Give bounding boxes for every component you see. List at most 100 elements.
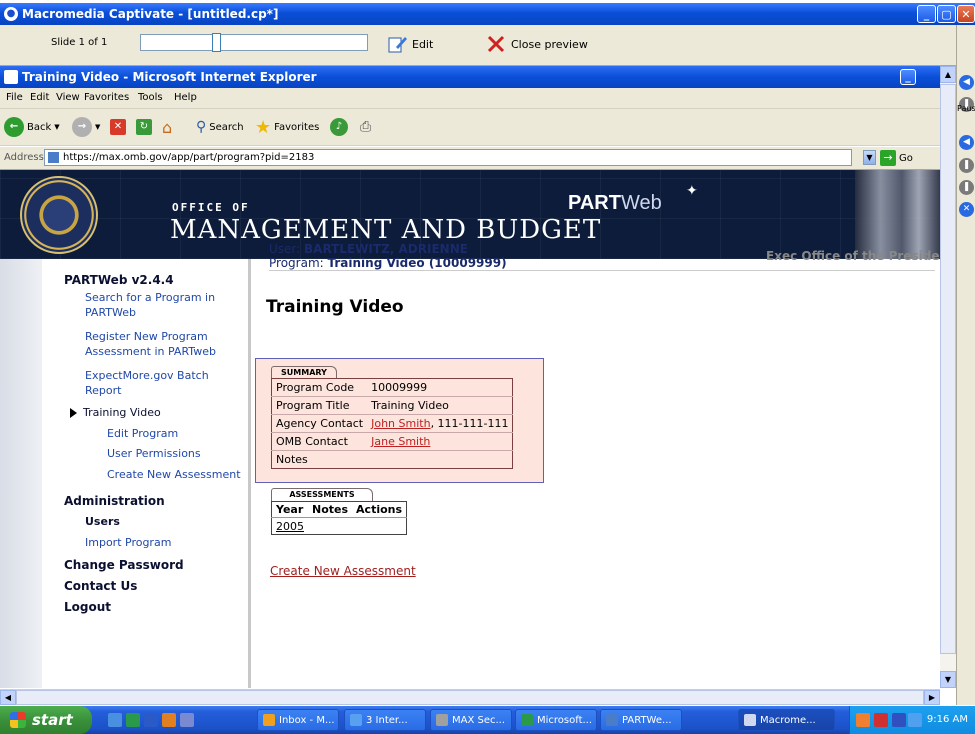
- vertical-scroll-thumb[interactable]: [940, 84, 956, 654]
- nav-logout-link[interactable]: Logout: [64, 600, 111, 614]
- table-row: Notes: [272, 451, 513, 469]
- task-inbox[interactable]: Inbox - M...: [257, 709, 339, 731]
- max-icon: [436, 714, 448, 726]
- horizontal-scroll-thumb[interactable]: [16, 690, 924, 705]
- address-bar: Address https://max.omb.gov/app/part/pro…: [0, 147, 940, 170]
- assessment-actions-cell: [352, 517, 407, 535]
- forward-dropdown-icon: ▼: [95, 123, 101, 131]
- menu-favorites[interactable]: Favorites: [84, 92, 129, 103]
- go-button[interactable]: → Go: [880, 149, 913, 167]
- header-divider: [269, 270, 935, 271]
- quicklaunch-outlook-icon[interactable]: [162, 713, 176, 727]
- windows-flag-icon: [10, 712, 26, 728]
- scroll-up-button[interactable]: ▲: [940, 66, 956, 83]
- table-row: Program Code 10009999: [271, 378, 513, 397]
- forward-arrow-icon: →: [72, 117, 92, 137]
- close-window-button[interactable]: ✕: [957, 5, 975, 23]
- minimize-button[interactable]: _: [917, 5, 936, 23]
- search-button[interactable]: ⚲ Search: [196, 115, 244, 139]
- nav-expectmore-link[interactable]: ExpectMore.gov Batch Report: [85, 368, 235, 398]
- address-dropdown-button[interactable]: ▼: [863, 150, 876, 165]
- task-max[interactable]: MAX Sec...: [430, 709, 512, 731]
- back-button[interactable]: ← Back ▼: [4, 115, 60, 139]
- next-icon[interactable]: ❚: [959, 180, 974, 195]
- menu-file[interactable]: File: [6, 92, 23, 103]
- taskbar: start Inbox - M... 3 Inter... MAX Sec...…: [0, 706, 975, 734]
- start-button[interactable]: start: [0, 706, 92, 734]
- nav-search-program-link[interactable]: Search for a Program in PARTWeb: [85, 290, 235, 320]
- tray-icon-2[interactable]: [874, 713, 888, 727]
- slide-scrubber-thumb[interactable]: [212, 33, 221, 52]
- page-title: Training Video: [266, 297, 404, 317]
- tray-icon-1[interactable]: [856, 713, 870, 727]
- partweb-version: PARTWeb v2.4.4: [64, 273, 174, 287]
- assessments-tab: ASSESSMENTS: [271, 488, 373, 501]
- ie-window-title: Training Video - Microsoft Internet Expl…: [22, 70, 317, 84]
- office-of-text: OFFICE OF: [172, 201, 250, 214]
- current-arrow-icon: [70, 407, 77, 418]
- menu-view[interactable]: View: [56, 92, 80, 103]
- print-button[interactable]: ⎙: [360, 115, 371, 139]
- menu-edit[interactable]: Edit: [30, 92, 49, 103]
- tray-icon-3[interactable]: [892, 713, 906, 727]
- nav-contact-us-link[interactable]: Contact Us: [64, 579, 137, 593]
- nav-current-program[interactable]: Training Video: [70, 406, 161, 419]
- quicklaunch-ie-icon[interactable]: [108, 713, 122, 727]
- edit-button[interactable]: Edit: [388, 33, 433, 55]
- task-internet[interactable]: 3 Inter...: [344, 709, 426, 731]
- slide-scrubber-track[interactable]: [140, 34, 368, 51]
- forward-button[interactable]: → ▼: [72, 115, 100, 139]
- home-button[interactable]: ⌂: [162, 115, 172, 139]
- forward-icon[interactable]: ❚: [959, 158, 974, 173]
- vertical-scrollbar[interactable]: ▲ ▼: [940, 66, 956, 688]
- close-preview-button[interactable]: Close preview: [487, 33, 588, 55]
- menu-tools[interactable]: Tools: [138, 92, 163, 103]
- tray-icon-4[interactable]: [908, 713, 922, 727]
- scroll-down-button[interactable]: ▼: [940, 671, 956, 688]
- stop-button[interactable]: ✕: [110, 115, 126, 139]
- quicklaunch-desktop-icon[interactable]: [180, 713, 194, 727]
- omb-contact-link[interactable]: Jane Smith: [371, 435, 430, 448]
- refresh-button[interactable]: ↻: [136, 115, 152, 139]
- nav-edit-program-link[interactable]: Edit Program: [107, 426, 178, 441]
- nav-users-link[interactable]: Users: [85, 514, 120, 529]
- back-icon[interactable]: ◀: [959, 135, 974, 150]
- scroll-right-button[interactable]: ▶: [924, 690, 940, 705]
- task-partweb[interactable]: PARTWe...: [600, 709, 682, 731]
- assessment-year-link[interactable]: 2005: [276, 520, 304, 533]
- table-header-row: Year Notes Actions: [272, 502, 407, 518]
- maximize-button[interactable]: ▢: [937, 5, 956, 23]
- agency-contact-link[interactable]: John Smith: [371, 417, 430, 430]
- nav-create-assessment-link[interactable]: Create New Assessment: [107, 467, 241, 482]
- back-label: Back: [27, 121, 52, 133]
- rewind-icon[interactable]: ◀: [959, 75, 974, 90]
- edit-label: Edit: [412, 37, 434, 51]
- left-nav-stripe: [0, 259, 42, 688]
- nav-import-program-link[interactable]: Import Program: [85, 535, 171, 550]
- create-new-assessment-link[interactable]: Create New Assessment: [270, 564, 416, 578]
- quicklaunch-word-icon[interactable]: [144, 713, 158, 727]
- quicklaunch-excel-icon[interactable]: [126, 713, 140, 727]
- address-input[interactable]: https://max.omb.gov/app/part/program?pid…: [44, 149, 852, 166]
- scroll-left-button[interactable]: ◀: [0, 690, 16, 705]
- horizontal-scrollbar[interactable]: ◀ ▶: [0, 689, 940, 705]
- menu-help[interactable]: Help: [174, 92, 197, 103]
- favorites-button[interactable]: ★ Favorites: [255, 115, 319, 139]
- task-max-label: MAX Sec...: [452, 714, 506, 726]
- agency-contact-label: Agency Contact: [271, 414, 368, 433]
- exit-icon[interactable]: ✕: [959, 202, 974, 217]
- ie-minimize-button[interactable]: _: [900, 69, 916, 85]
- refresh-icon: ↻: [136, 119, 152, 135]
- nav-register-program-link[interactable]: Register New Program Assessment in PARTw…: [85, 329, 235, 359]
- task-macromedia[interactable]: Macrome...: [738, 709, 835, 731]
- system-tray: 9:16 AM: [849, 706, 975, 734]
- nav-current-program-label: Training Video: [83, 406, 161, 419]
- outlook-icon: [263, 714, 275, 726]
- task-microsoft[interactable]: Microsoft...: [515, 709, 597, 731]
- ie-menu-bar: File Edit View Favorites Tools Help: [0, 88, 940, 109]
- ie-app-icon: [4, 70, 18, 84]
- agency-contact-phone: , 111-111-111: [430, 417, 509, 430]
- nav-user-permissions-link[interactable]: User Permissions: [107, 446, 201, 461]
- media-button[interactable]: ♪: [330, 115, 348, 139]
- nav-change-password-link[interactable]: Change Password: [64, 558, 184, 572]
